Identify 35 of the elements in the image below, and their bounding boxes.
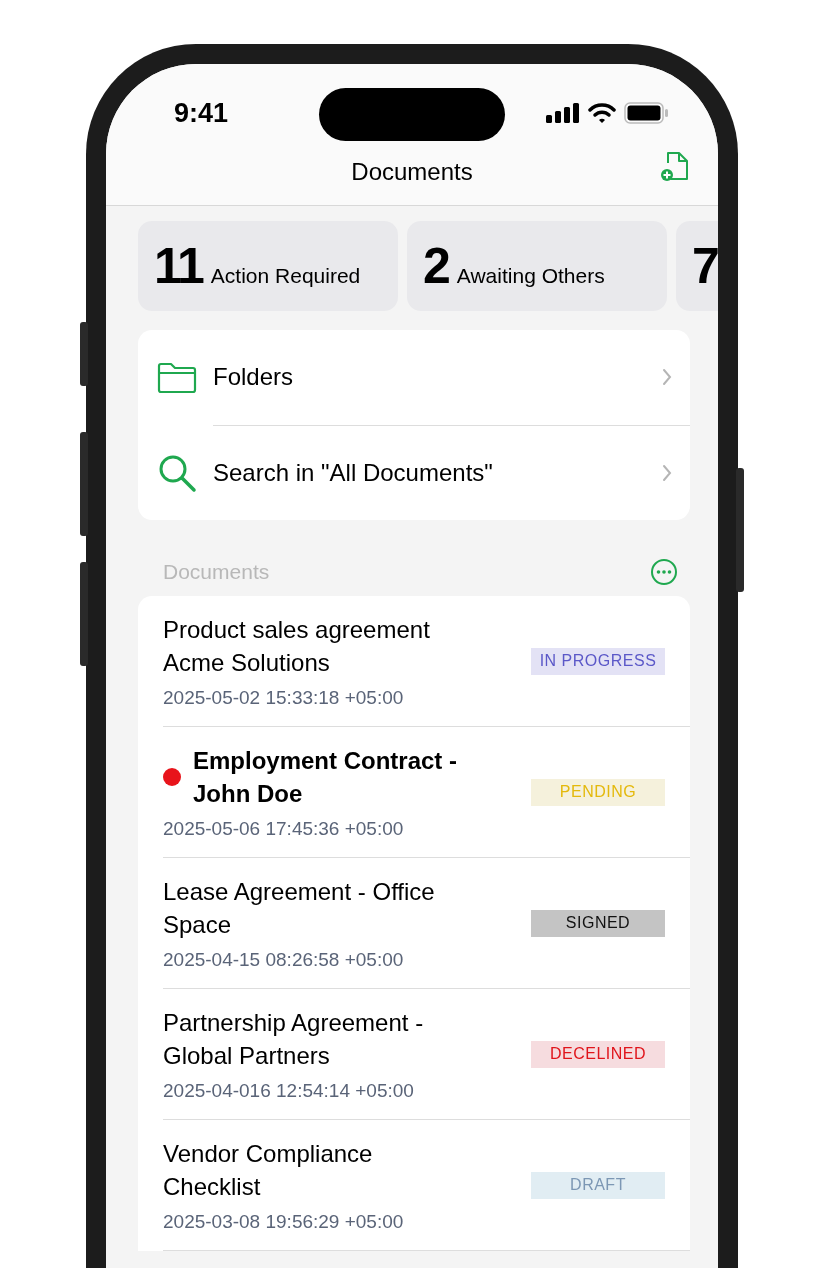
- menu-row[interactable]: Search in "All Documents": [138, 425, 690, 520]
- document-row[interactable]: Vendor Compliance Checklist 2025-03-08 19:56:29 +05:00 DRAFT: [163, 1120, 690, 1251]
- document-date: 2025-04-016 12:54:14 +05:00: [163, 1080, 415, 1102]
- signal-icon: [546, 103, 580, 123]
- status-badge: IN PROGRESS: [531, 647, 665, 675]
- document-row[interactable]: Lease Agreement - Office Space 2025-04-15 08:26:58 +05:00 SIGNED: [163, 858, 690, 989]
- more-icon[interactable]: [650, 558, 678, 586]
- status-badge: DRAFT: [531, 1171, 665, 1199]
- new-document-icon[interactable]: [660, 150, 690, 182]
- document-date: 2025-05-02 15:33:18 +05:00: [163, 687, 405, 709]
- status-badge: PENDING: [531, 778, 665, 806]
- wifi-icon: [588, 103, 616, 123]
- document-date: 2025-04-15 08:26:58 +05:00: [163, 949, 405, 971]
- status-time: 9:41: [174, 97, 229, 129]
- screen-title: Documents: [351, 158, 473, 186]
- document-date: 2025-05-06 17:45:36 +05:00: [163, 818, 405, 840]
- document-date: 2025-03-08 19:56:29 +05:00: [163, 1211, 405, 1233]
- battery-icon: [624, 102, 668, 124]
- status-badge: DECELINED: [531, 1040, 665, 1068]
- summary-card[interactable]: 11 Action Required: [138, 221, 398, 311]
- summary-card[interactable]: 7: [676, 221, 718, 311]
- chevron-icon: [662, 463, 672, 482]
- chevron-icon: [662, 368, 672, 386]
- document-row[interactable]: Employment Contract - John Doe 2025-05-06 17:45:36 +05:00 PENDING: [163, 727, 690, 858]
- document-title: Employment Contract - John Doe: [193, 746, 459, 809]
- document-title: Lease Agreement - Office Space: [163, 877, 436, 940]
- document-row[interactable]: Partnership Agreement - Global Partners 2025-04-016 12:54:14 +05:00 DECELINED: [163, 989, 690, 1120]
- document-row[interactable]: Product sales agreement Acme Solutions 2025-05-02 15:33:18 +05:00 IN PROGRESS: [163, 596, 690, 727]
- section-title: Documents: [163, 560, 270, 584]
- summary-card[interactable]: 2 Awaiting Others: [407, 221, 667, 311]
- document-title: Product sales agreement Acme Solutions: [163, 615, 431, 678]
- status-badge: SIGNED: [531, 909, 665, 937]
- document-title: Vendor Compliance Checklist: [163, 1139, 374, 1202]
- menu-row[interactable]: Folders: [138, 330, 690, 425]
- document-title: Partnership Agreement - Global Partners: [163, 1008, 425, 1071]
